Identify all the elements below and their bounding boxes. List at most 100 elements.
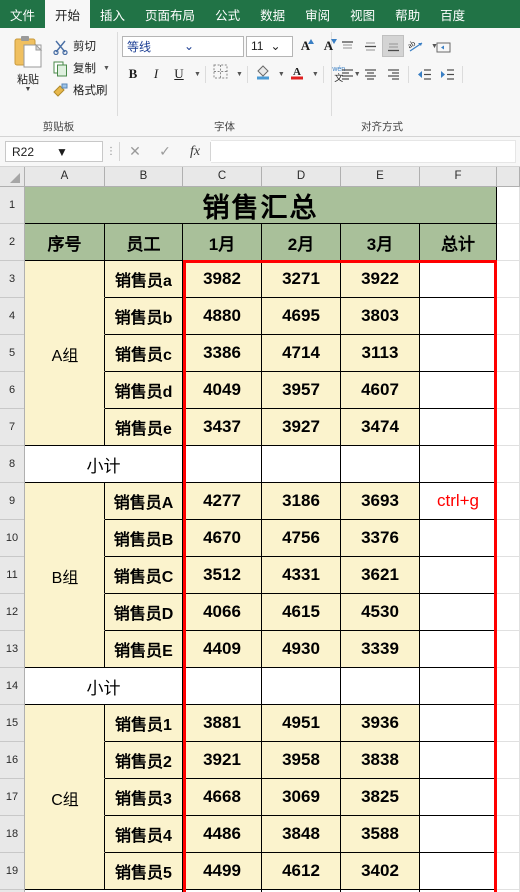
font-name-combo[interactable]: 等线 ⌄ xyxy=(122,35,244,57)
group-name-cell[interactable] xyxy=(25,335,105,372)
employee-name-cell[interactable]: 销售员E xyxy=(105,631,183,668)
month3-value-cell[interactable]: 3339 xyxy=(341,631,420,668)
month2-value-cell[interactable]: 3271 xyxy=(262,261,341,298)
month1-value-cell[interactable]: 3921 xyxy=(183,742,262,779)
row-header-15[interactable]: 15 xyxy=(0,705,24,742)
ribbon-tab-6[interactable]: 审阅 xyxy=(295,0,340,28)
text-orientation-button[interactable]: ab xyxy=(405,35,427,57)
month2-value-cell[interactable]: 3186 xyxy=(262,483,341,520)
month1-value-cell[interactable]: 3512 xyxy=(183,557,262,594)
column-header-D[interactable]: D xyxy=(262,167,341,186)
cell-overflow[interactable] xyxy=(497,742,520,779)
row-header-19[interactable]: 19 xyxy=(0,853,24,890)
column-header-B[interactable]: B xyxy=(105,167,183,186)
month3-value-cell[interactable]: 4607 xyxy=(341,372,420,409)
group-name-cell[interactable] xyxy=(25,372,105,409)
column-header-E[interactable]: E xyxy=(341,167,420,186)
cell-overflow[interactable] xyxy=(497,261,520,298)
group-name-cell[interactable] xyxy=(25,520,105,557)
total-value-cell[interactable] xyxy=(420,742,497,779)
ribbon-tab-9[interactable]: 百度 xyxy=(430,0,475,28)
subtotal-month3-cell[interactable] xyxy=(341,668,420,705)
month1-value-cell[interactable]: 4409 xyxy=(183,631,262,668)
cell-overflow[interactable] xyxy=(497,631,520,668)
cell-overflow[interactable] xyxy=(497,446,520,483)
row-header-3[interactable]: 3 xyxy=(0,261,24,298)
month3-value-cell[interactable]: 3803 xyxy=(341,298,420,335)
annotation-cell[interactable]: ctrl+g xyxy=(420,483,497,520)
align-center-button[interactable] xyxy=(359,63,381,85)
align-top-button[interactable] xyxy=(336,35,358,57)
month1-value-cell[interactable]: 4670 xyxy=(183,520,262,557)
cell-G1[interactable] xyxy=(497,187,520,224)
cut-button[interactable]: 剪切 xyxy=(52,36,110,56)
align-left-button[interactable] xyxy=(336,63,358,85)
month3-value-cell[interactable]: 3825 xyxy=(341,779,420,816)
group-name-cell[interactable] xyxy=(25,557,105,594)
month2-value-cell[interactable]: 4714 xyxy=(262,335,341,372)
month3-value-cell[interactable]: 3693 xyxy=(341,483,420,520)
ribbon-tab-4[interactable]: 公式 xyxy=(205,0,250,28)
employee-name-cell[interactable]: 销售员e xyxy=(105,409,183,446)
month3-value-cell[interactable]: 3922 xyxy=(341,261,420,298)
select-all-corner[interactable] xyxy=(0,167,25,186)
employee-name-cell[interactable]: 销售员C xyxy=(105,557,183,594)
header-cell-2[interactable]: 1月 xyxy=(183,224,262,261)
total-value-cell[interactable] xyxy=(420,705,497,742)
ribbon-tab-7[interactable]: 视图 xyxy=(340,0,385,28)
month3-value-cell[interactable]: 3402 xyxy=(341,853,420,890)
row-header-5[interactable]: 5 xyxy=(0,335,24,372)
month2-value-cell[interactable]: 3927 xyxy=(262,409,341,446)
month2-value-cell[interactable]: 4331 xyxy=(262,557,341,594)
row-header-12[interactable]: 12 xyxy=(0,594,24,631)
header-cell-4[interactable]: 3月 xyxy=(341,224,420,261)
ribbon-tab-5[interactable]: 数据 xyxy=(250,0,295,28)
subtotal-total-cell[interactable] xyxy=(420,446,497,483)
row-header-14[interactable]: 14 xyxy=(0,668,24,705)
header-cell-1[interactable]: 员工 xyxy=(105,224,183,261)
title-cell[interactable]: 销售汇总 xyxy=(25,187,497,224)
employee-name-cell[interactable]: 销售员5 xyxy=(105,853,183,890)
header-cell-0[interactable]: 序号 xyxy=(25,224,105,261)
group-name-cell[interactable] xyxy=(25,742,105,779)
month2-value-cell[interactable]: 3957 xyxy=(262,372,341,409)
merge-cells-button[interactable] xyxy=(436,36,451,58)
month3-value-cell[interactable]: 3113 xyxy=(341,335,420,372)
cell-overflow[interactable] xyxy=(497,705,520,742)
month2-value-cell[interactable]: 4756 xyxy=(262,520,341,557)
fill-color-dropdown-caret-icon[interactable]: ▼ xyxy=(278,71,285,78)
employee-name-cell[interactable]: 销售员1 xyxy=(105,705,183,742)
row-header-9[interactable]: 9 xyxy=(0,483,24,520)
employee-name-cell[interactable]: 销售员3 xyxy=(105,779,183,816)
fill-color-button[interactable] xyxy=(252,63,274,85)
group-name-cell[interactable] xyxy=(25,816,105,853)
employee-name-cell[interactable]: 销售员4 xyxy=(105,816,183,853)
total-value-cell[interactable] xyxy=(420,372,497,409)
italic-button[interactable]: I xyxy=(145,63,167,85)
month1-value-cell[interactable]: 4486 xyxy=(183,816,262,853)
month3-value-cell[interactable]: 3838 xyxy=(341,742,420,779)
cell-overflow[interactable] xyxy=(497,816,520,853)
month1-value-cell[interactable]: 3386 xyxy=(183,335,262,372)
row-header-6[interactable]: 6 xyxy=(0,372,24,409)
total-value-cell[interactable] xyxy=(420,779,497,816)
employee-name-cell[interactable]: 销售员b xyxy=(105,298,183,335)
group-name-cell[interactable] xyxy=(25,594,105,631)
month3-value-cell[interactable]: 3936 xyxy=(341,705,420,742)
column-header-F[interactable]: F xyxy=(420,167,497,186)
borders-dropdown-caret-icon[interactable]: ▼ xyxy=(236,71,243,78)
header-cell-3[interactable]: 2月 xyxy=(262,224,341,261)
insert-function-button[interactable]: fx xyxy=(180,141,210,163)
month2-value-cell[interactable]: 4930 xyxy=(262,631,341,668)
align-middle-button[interactable] xyxy=(359,35,381,57)
month3-value-cell[interactable]: 3621 xyxy=(341,557,420,594)
total-value-cell[interactable] xyxy=(420,594,497,631)
paste-dropdown-caret-icon[interactable]: ▼ xyxy=(25,86,32,93)
month2-value-cell[interactable]: 4615 xyxy=(262,594,341,631)
month1-value-cell[interactable]: 3982 xyxy=(183,261,262,298)
increase-font-size-button[interactable]: A xyxy=(295,36,316,57)
total-value-cell[interactable] xyxy=(420,520,497,557)
cell-G2[interactable] xyxy=(497,224,520,261)
row-header-17[interactable]: 17 xyxy=(0,779,24,816)
group-name-cell[interactable] xyxy=(25,779,105,816)
